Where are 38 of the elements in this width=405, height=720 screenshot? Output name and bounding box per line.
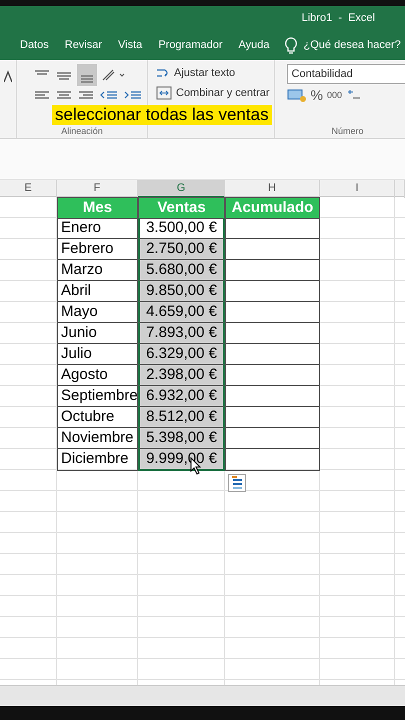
merge-icon	[156, 86, 172, 100]
column-header[interactable]: G	[138, 180, 225, 198]
group-label: Alineación	[61, 126, 103, 136]
table-cell: 2.398,00 €	[138, 365, 225, 386]
align-bottom-icon[interactable]	[77, 64, 97, 86]
wrap-text-button[interactable]: Ajustar texto	[156, 66, 270, 80]
ribbon-tab[interactable]: Programador	[150, 39, 231, 51]
orientation-icon[interactable]	[101, 68, 127, 82]
table-cell: 8.512,00 €	[138, 407, 225, 428]
group-label: Número	[332, 126, 364, 136]
table-cell: 2.750,00 €	[138, 239, 225, 260]
percent-button[interactable]: %	[310, 87, 323, 103]
table-cell: 4.659,00 €	[138, 302, 225, 323]
ribbon-tab[interactable]: Revisar	[56, 39, 110, 51]
table-cell: 7.893,00 €	[138, 323, 225, 344]
column-header[interactable]: I	[320, 180, 395, 198]
quick-analysis-icon[interactable]	[228, 474, 246, 492]
ribbon-tab[interactable]: Vista	[110, 39, 150, 51]
ribbon-tab[interactable]: Ayuda	[230, 39, 278, 51]
table-header-cell: Acumulado	[225, 197, 320, 219]
ribbon-tab[interactable]: Datos	[12, 39, 57, 51]
tell-me-field[interactable]: ¿Qué desea hacer?	[304, 39, 401, 51]
table-header-cell: Ventas	[138, 197, 225, 219]
caption-text: seleccionar todas las ventas	[52, 105, 272, 125]
table-cell: 6.329,00 €	[138, 344, 225, 365]
table-header-cell: Mes	[57, 197, 138, 219]
merge-center-button[interactable]: Combinar y centrar	[156, 86, 270, 100]
table-cell: 9.850,00 €	[138, 281, 225, 302]
table-cell: Enero	[57, 218, 138, 239]
lightbulb-icon	[284, 36, 298, 54]
number-format-dropdown[interactable]: Contabilidad	[286, 64, 405, 84]
table-cell: 5.398,00 €	[138, 428, 225, 449]
thousands-button[interactable]: 000	[327, 90, 342, 100]
currency-icon[interactable]	[286, 88, 307, 102]
table-cell: 5.680,00 €	[138, 260, 225, 281]
column-header[interactable]: E	[0, 180, 57, 198]
table-cell: 6.932,00 €	[138, 386, 225, 407]
window-title: Libro1 - Excel	[302, 12, 375, 24]
